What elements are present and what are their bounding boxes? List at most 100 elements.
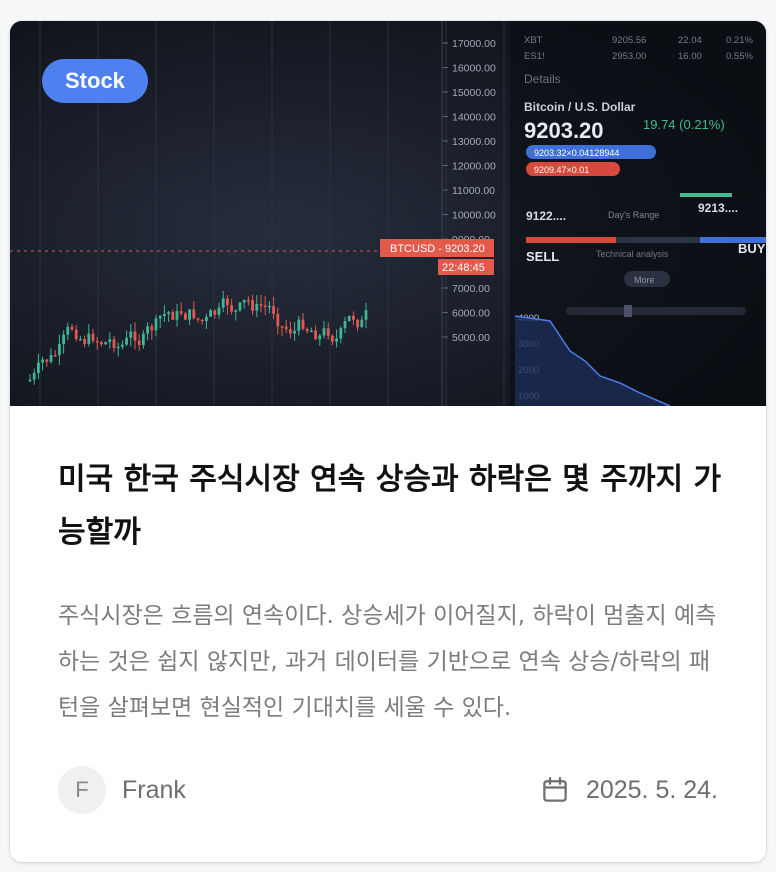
- candle-body: [364, 310, 368, 320]
- candle-body: [326, 328, 330, 336]
- candle-body: [125, 337, 128, 345]
- price-axis-label: 12000.00: [452, 161, 496, 173]
- candle-body: [167, 312, 170, 314]
- candle-body: [200, 319, 204, 322]
- candle-body: [100, 342, 103, 345]
- ticker-cell: 0.21%: [726, 35, 753, 46]
- candle-body: [196, 318, 200, 320]
- publish-date: 2025. 5. 24.: [540, 766, 718, 814]
- candle-body: [74, 329, 78, 340]
- candle-body: [356, 319, 359, 328]
- candle-body: [310, 330, 313, 333]
- candle-body: [49, 354, 53, 362]
- candle-body: [163, 313, 166, 316]
- price-axis-label: 15000.00: [452, 87, 496, 99]
- candle-body: [28, 379, 32, 382]
- article-excerpt: 주식시장은 흐름의 연속이다. 상승세가 이어질지, 하락이 멈출지 예측하는 …: [58, 603, 717, 721]
- candle-body: [133, 331, 137, 341]
- candle-body: [314, 330, 317, 340]
- candle-body: [230, 305, 233, 312]
- candle-body: [339, 327, 343, 339]
- candle-body: [213, 310, 217, 315]
- candle-body: [322, 328, 326, 336]
- candle-body: [226, 298, 229, 306]
- candle-body: [171, 312, 175, 320]
- sell-label: SELL: [526, 249, 559, 264]
- date-text: 2025. 5. 24.: [585, 775, 718, 804]
- candle-body: [95, 340, 99, 343]
- range-high: 9213....: [698, 201, 738, 215]
- price-tag-label: BTCUSD - 9203.20: [390, 243, 485, 255]
- ticker-cell: 2953.00: [612, 51, 646, 62]
- price-axis-label: 16000.00: [452, 63, 496, 75]
- candle-body: [360, 319, 364, 328]
- ask-chip: 9209.47×0.01: [534, 165, 589, 175]
- candle-body: [184, 313, 187, 320]
- candle-body: [53, 354, 57, 357]
- pair-change: 19.74 (0.21%): [643, 117, 725, 132]
- candle-body: [217, 307, 221, 315]
- candle-body: [112, 339, 116, 349]
- candle-body: [247, 299, 250, 302]
- candle-body: [347, 315, 351, 322]
- candle-body: [276, 313, 280, 327]
- candle-body: [289, 329, 292, 334]
- author: F Frank: [58, 766, 186, 814]
- candle-body: [331, 335, 334, 342]
- candle-body: [58, 344, 61, 356]
- candle-body: [263, 305, 267, 308]
- candle-body: [37, 362, 40, 373]
- candle-body: [242, 299, 246, 303]
- calendar-icon: [543, 777, 567, 802]
- candle-body: [284, 326, 288, 330]
- candle-body: [272, 305, 275, 314]
- candle-body: [116, 346, 120, 349]
- candle-body: [251, 300, 254, 311]
- candle-body: [129, 331, 133, 338]
- hero-image: 17000.00 16000.00 15000.00 14000.00 13000.00…: [10, 21, 766, 406]
- price-axis-label: 13000.00: [452, 136, 496, 148]
- ticker-cell: 22.04: [678, 35, 702, 46]
- candle-body: [268, 305, 271, 308]
- candle-body: [297, 319, 301, 331]
- candle-body: [205, 316, 208, 322]
- candle-body: [238, 302, 242, 311]
- ticker-cell: ES1!: [524, 51, 545, 62]
- article-card[interactable]: 17000.00 16000.00 15000.00 14000.00 13000.00…: [10, 21, 766, 862]
- candle-body: [62, 334, 65, 345]
- range-label: Day's Range: [608, 210, 659, 220]
- candle-body: [343, 321, 347, 328]
- candle-body: [234, 310, 238, 312]
- ticker-cell: 9205.56: [612, 35, 646, 46]
- candle-body: [280, 326, 284, 328]
- candle-body: [137, 340, 141, 346]
- article-title[interactable]: 미국 한국 주식시장 연속 상승과 하락은 몇 주까지 가능할까: [58, 453, 728, 559]
- candle-body: [108, 339, 112, 343]
- ticker-cell: 16.00: [678, 51, 702, 62]
- bid-chip: 9203.32×0.04128944: [534, 148, 619, 158]
- candle-body: [335, 338, 338, 342]
- range-low: 9122....: [526, 209, 566, 223]
- candle-body: [121, 344, 124, 347]
- price-axis-label: 11000.00: [452, 185, 495, 197]
- candle-body: [150, 326, 154, 331]
- candle-body: [301, 319, 305, 329]
- candle-body: [104, 342, 107, 345]
- category-tag[interactable]: Stock: [42, 59, 148, 103]
- candle-body: [45, 359, 49, 362]
- price-axis-label: 14000.00: [452, 112, 496, 124]
- candle-body: [179, 311, 183, 314]
- price-axis-label: 17000.00: [452, 38, 496, 50]
- candle-body: [83, 339, 86, 344]
- candle-body: [175, 311, 179, 320]
- details-label: Details: [524, 72, 561, 86]
- candle-body: [352, 315, 355, 320]
- price-axis-label: 5000.00: [452, 332, 490, 344]
- author-name: Frank: [122, 775, 186, 804]
- pair-price: 9203.20: [524, 118, 604, 143]
- ticker-cell: 0.55%: [726, 51, 753, 62]
- candle-body: [192, 309, 196, 319]
- candle-body: [318, 335, 322, 340]
- candle-body: [221, 298, 225, 308]
- pair-name: Bitcoin / U.S. Dollar: [524, 100, 636, 114]
